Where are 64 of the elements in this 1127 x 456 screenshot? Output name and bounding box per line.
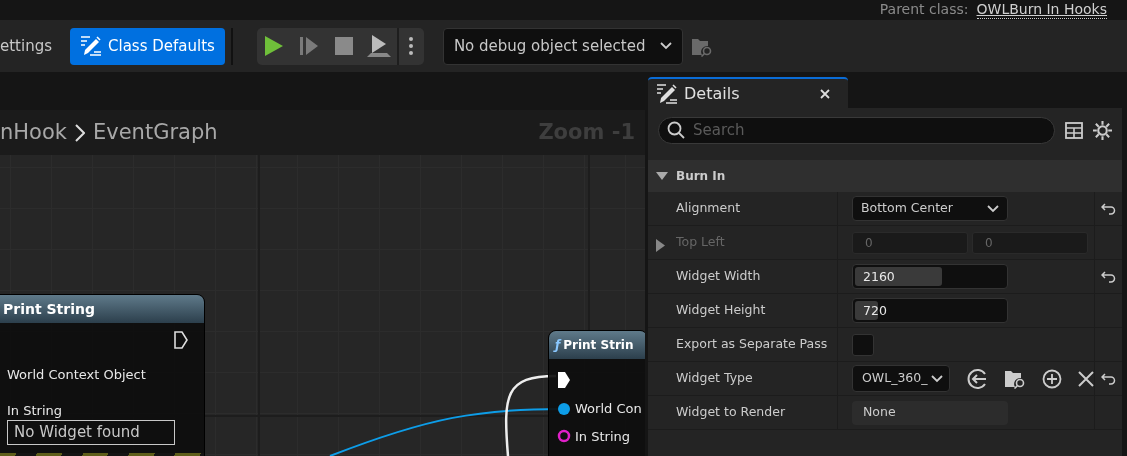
checkbox[interactable] [852, 333, 874, 356]
chevron-right-icon [74, 123, 85, 142]
chevron-down-icon [931, 374, 943, 383]
breadcrumb-link[interactable]: EventGraph [92, 116, 218, 149]
triangle-bar-icon [366, 34, 393, 58]
property-label: Widget Height [676, 301, 766, 320]
toolbar-button[interactable]: ettings [0, 27, 70, 65]
breadcrumb-link[interactable]: nHook [0, 116, 67, 149]
property-label: Top Left [676, 233, 725, 252]
settings-icon[interactable] [1093, 120, 1112, 140]
tab-label: Details [684, 82, 740, 105]
folder-search-icon[interactable] [1004, 368, 1026, 389]
pin-ring[interactable] [557, 429, 571, 444]
clear-icon[interactable] [1078, 370, 1094, 387]
node-title-text: Print Strin [563, 337, 634, 354]
step-icon [299, 36, 320, 56]
asset-dropdown[interactable]: OWL_360_ [852, 365, 950, 392]
print-string-node[interactable]: ƒ Print Strin World Con In String [548, 330, 645, 456]
property-label: Alignment [676, 199, 741, 218]
category-label: Burn In [676, 168, 726, 185]
toolbar-button[interactable]: Class Defaults [70, 27, 225, 65]
pin-label: In String [575, 427, 630, 446]
string-input-field[interactable]: No Widget found [7, 420, 175, 445]
details-tab[interactable]: Details [648, 77, 848, 108]
play-icon [264, 35, 285, 57]
parent-class-label: Parent class: [879, 0, 969, 18]
property-label: Widget to Render [676, 403, 785, 422]
parent-class-link[interactable]: OWLBurn In Hooks [976, 0, 1107, 19]
pin-dot[interactable] [557, 401, 571, 416]
pencil-icon [80, 35, 102, 57]
chevron-down-icon [659, 42, 672, 50]
kebab-menu-icon [409, 37, 414, 55]
node-title: Print String [0, 295, 204, 323]
search-icon [667, 120, 685, 139]
reset-arrow-icon[interactable] [1101, 372, 1116, 385]
slider-value: 2160 [863, 268, 895, 286]
alignment-dropdown[interactable]: Bottom Center [852, 196, 1008, 221]
stop-icon [335, 37, 354, 55]
print-string-node[interactable]: Print String World Context Object In String No Widget found [0, 294, 205, 456]
search-field[interactable]: Search [658, 116, 1055, 144]
pin-label: In String [7, 401, 63, 420]
circle-arrow-left-icon[interactable] [966, 367, 988, 390]
reset-arrow-icon[interactable] [1101, 270, 1116, 283]
number-slider-field[interactable]: 2160 [852, 264, 1008, 289]
category-header[interactable]: Burn In [648, 160, 1122, 192]
exec-pin-icon [557, 370, 571, 389]
triangle-down-icon [656, 171, 668, 181]
property-label: Widget Width [676, 267, 761, 286]
exec-pin-icon [174, 331, 188, 349]
value-display: None [852, 400, 1008, 425]
property-label: Widget Type [676, 369, 753, 388]
debug-object-dropdown[interactable]: No debug object selected [442, 27, 683, 65]
pencil-icon [656, 82, 678, 105]
pin-label: World Context Object [7, 366, 147, 384]
property-label: Export as Separate Pass [676, 335, 828, 354]
plus-circle-icon[interactable] [1042, 368, 1062, 389]
reset-arrow-icon[interactable] [1101, 202, 1116, 215]
table-icon[interactable] [1065, 121, 1083, 139]
number-slider-field[interactable]: 720 [852, 298, 1008, 323]
close-icon [820, 89, 830, 99]
pin-label: World Con [575, 400, 642, 418]
function-icon: ƒ [555, 336, 561, 354]
chevron-down-icon [987, 204, 999, 213]
slider-value: 720 [863, 302, 887, 320]
